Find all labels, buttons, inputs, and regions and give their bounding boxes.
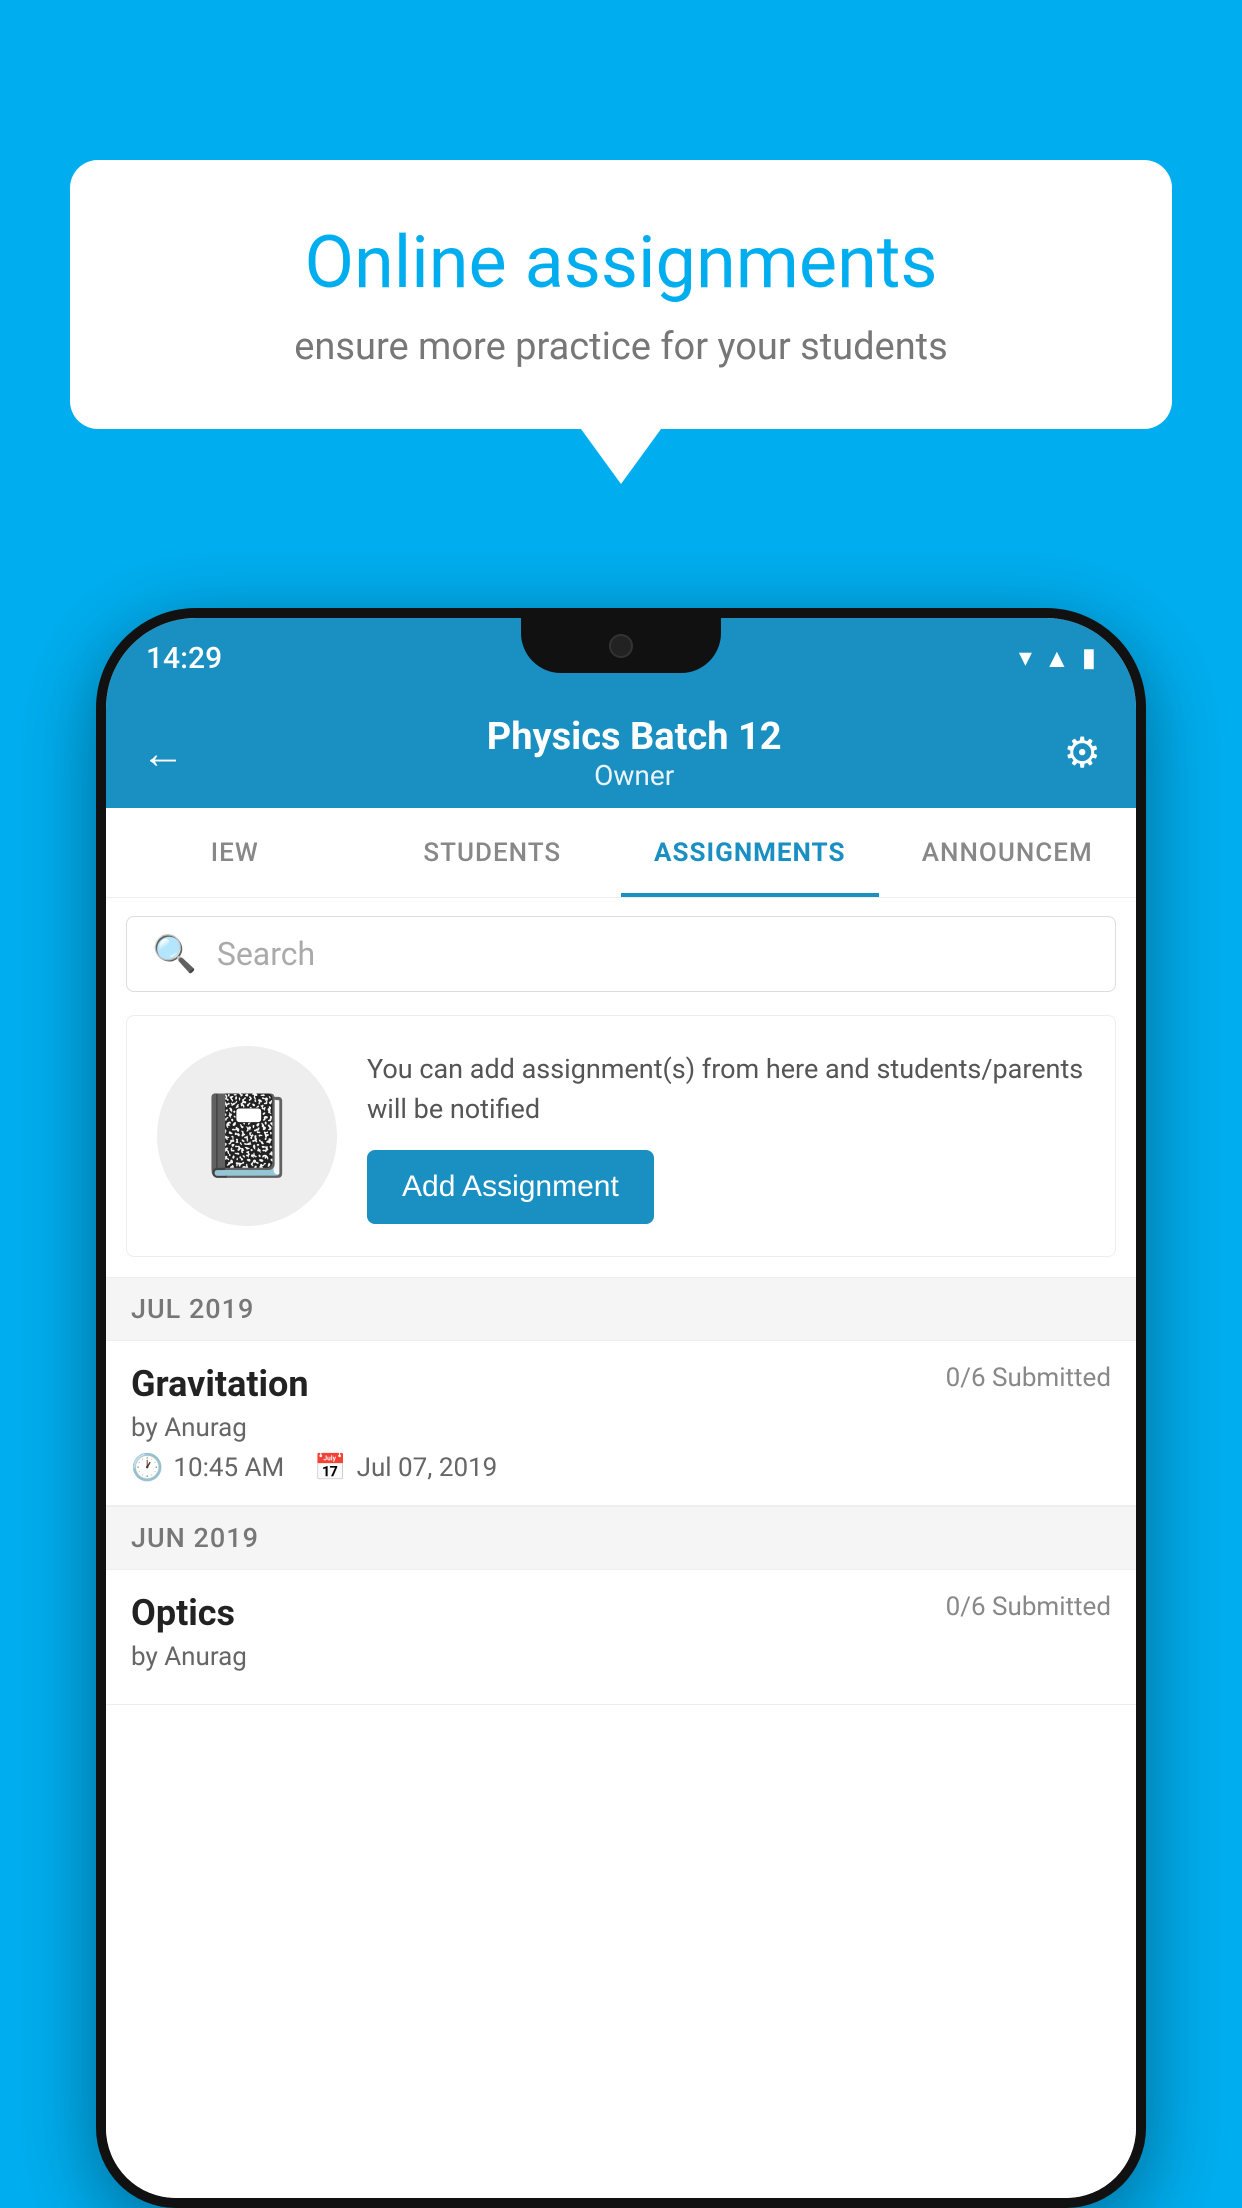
app-bar: ← Physics Batch 12 Owner ⚙: [106, 698, 1136, 808]
assignment-illustration: 📓: [157, 1046, 337, 1226]
assignment-gravitation-date: 📅 Jul 07, 2019: [314, 1453, 497, 1483]
assignment-gravitation-time: 🕐 10:45 AM: [131, 1453, 284, 1483]
phone-inner: 14:29 ▾ ▲ ▮ ← Physics Batch 12 Owner ⚙ I…: [106, 618, 1136, 2198]
app-bar-title-container: Physics Batch 12 Owner: [205, 715, 1063, 792]
search-icon: 🔍: [152, 933, 197, 975]
speech-bubble-title: Online assignments: [140, 220, 1102, 305]
notebook-icon: 📓: [197, 1089, 297, 1183]
wifi-icon: ▾: [1019, 643, 1032, 673]
section-header-jun-2019: JUN 2019: [106, 1506, 1136, 1570]
assignment-optics-header: Optics 0/6 Submitted: [131, 1592, 1111, 1634]
app-bar-title: Physics Batch 12: [205, 715, 1063, 759]
speech-bubble-subtitle: ensure more practice for your students: [140, 325, 1102, 369]
calendar-icon: 📅: [314, 1453, 346, 1483]
clock-icon: 🕐: [131, 1453, 163, 1483]
phone-frame: 14:29 ▾ ▲ ▮ ← Physics Batch 12 Owner ⚙ I…: [96, 608, 1146, 2208]
speech-bubble: Online assignments ensure more practice …: [70, 160, 1172, 429]
status-icons: ▾ ▲ ▮: [1019, 643, 1096, 674]
tab-iew[interactable]: IEW: [106, 808, 364, 897]
status-bar: 14:29 ▾ ▲ ▮: [106, 618, 1136, 698]
signal-icon: ▲: [1044, 643, 1070, 674]
assignment-gravitation-submitted: 0/6 Submitted: [946, 1363, 1111, 1393]
assignment-gravitation-meta: 🕐 10:45 AM 📅 Jul 07, 2019: [131, 1453, 1111, 1483]
battery-icon: ▮: [1082, 643, 1096, 673]
settings-icon[interactable]: ⚙: [1063, 728, 1101, 778]
empty-state-description: You can add assignment(s) from here and …: [367, 1049, 1085, 1130]
tab-students[interactable]: STUDENTS: [364, 808, 622, 897]
tabs-container: IEW STUDENTS ASSIGNMENTS ANNOUNCEM: [106, 808, 1136, 898]
search-bar[interactable]: 🔍 Search: [126, 916, 1116, 992]
gravitation-date-value: Jul 07, 2019: [357, 1453, 498, 1483]
speech-bubble-container: Online assignments ensure more practice …: [70, 160, 1172, 484]
app-bar-subtitle: Owner: [205, 759, 1063, 792]
assignment-gravitation-title: Gravitation: [131, 1363, 309, 1405]
status-time: 14:29: [146, 641, 222, 676]
speech-bubble-arrow: [581, 429, 661, 484]
assignment-optics-title: Optics: [131, 1592, 235, 1634]
search-placeholder: Search: [217, 935, 315, 973]
tab-announcements[interactable]: ANNOUNCEM: [879, 808, 1137, 897]
assignment-gravitation-author: by Anurag: [131, 1413, 1111, 1443]
camera-dot: [609, 634, 633, 658]
section-header-jul-2019: JUL 2019: [106, 1277, 1136, 1341]
notch: [521, 618, 721, 673]
empty-state-card: 📓 You can add assignment(s) from here an…: [126, 1015, 1116, 1257]
assignment-optics-submitted: 0/6 Submitted: [946, 1592, 1111, 1622]
back-button[interactable]: ←: [141, 727, 185, 779]
search-container: 🔍 Search: [106, 898, 1136, 1010]
add-assignment-button[interactable]: Add Assignment: [367, 1150, 654, 1224]
assignment-item-optics[interactable]: Optics 0/6 Submitted by Anurag: [106, 1570, 1136, 1705]
tab-assignments[interactable]: ASSIGNMENTS: [621, 808, 879, 897]
assignment-gravitation-header: Gravitation 0/6 Submitted: [131, 1363, 1111, 1405]
empty-state-text: You can add assignment(s) from here and …: [367, 1049, 1085, 1224]
content-area: 🔍 Search 📓 You can add assignment(s) fro…: [106, 898, 1136, 2198]
gravitation-time-value: 10:45 AM: [173, 1453, 284, 1483]
assignment-item-gravitation[interactable]: Gravitation 0/6 Submitted by Anurag 🕐 10…: [106, 1341, 1136, 1506]
assignment-optics-author: by Anurag: [131, 1642, 1111, 1672]
